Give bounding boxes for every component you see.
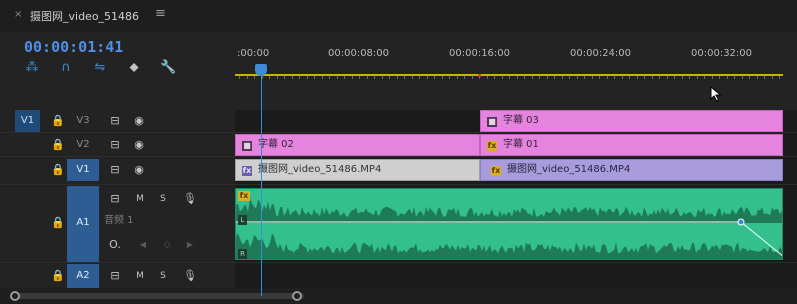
sequence-tab-bar: × 摄图网_video_51486 ≡ [0,0,797,32]
horizontal-zoom-scrollbar[interactable] [0,288,797,304]
zoom-handle-left[interactable] [10,291,20,301]
track-separator [0,184,797,185]
waveform-channel [236,198,782,223]
track-header-v1: 🔒 V1 ⊟ ◉ [0,158,235,182]
lock-icon[interactable]: 🔒 [51,110,65,132]
playhead-line[interactable] [261,74,262,296]
track-separator [0,262,797,263]
track-header-a1: 🔒 A1 ⊟ M S 🎙 音频 1 O. ◀ ◇ ▶ [0,186,235,262]
nest-snap-icon[interactable]: ⁂ [24,60,40,76]
ruler-label: 00:00:08:00 [328,48,390,59]
audio-clip-a1[interactable]: fx L R [235,188,783,260]
audio-track-name: 音频 1 [104,215,134,226]
track-target-a2[interactable]: A2 [67,265,99,287]
clip-name: 字幕 03 [503,115,539,126]
mute-button[interactable]: M [133,265,147,287]
title-clip-icon: ■ [242,141,252,151]
source-patch-v1[interactable]: V1 [15,110,40,132]
solo-button[interactable]: S [156,188,170,210]
add-keyframe-icon[interactable]: ◇ [160,234,174,256]
panel-menu-icon[interactable]: ≡ [155,6,166,21]
film-sync-icon[interactable]: ⊟ [108,110,122,132]
title-clip-icon: ■ [487,117,497,127]
eye-icon[interactable]: ◉ [132,110,146,132]
linked-selection-icon[interactable]: ⇋ [92,60,108,76]
video-clip-1[interactable]: fx 摄图网_video_51486.MP4 [235,159,480,181]
ruler-label: :00:00 [237,48,270,59]
previous-keyframe-icon[interactable]: ◀ [136,234,150,256]
eye-icon[interactable]: ◉ [132,159,146,181]
fx-badge-icon: fx [242,166,252,176]
film-sync-icon[interactable]: ⊟ [108,159,122,181]
right-channel-label: R [238,249,247,259]
fx-badge-icon: fx [491,166,501,176]
time-ruler[interactable]: :00:00 00:00:08:00 00:00:16:00 00:00:24:… [235,34,797,84]
playhead-timecode[interactable]: 00:00:01:41 [24,38,123,56]
clip-name: 摄图网_video_51486.MP4 [507,164,631,175]
sequence-tab-title[interactable]: 摄图网_video_51486 [30,8,139,24]
waveform-channel [236,232,782,259]
track-separator [0,156,797,157]
track-header-v3: V1 🔒 V3 ⊟ ◉ [0,110,235,132]
film-sync-icon[interactable]: ⊟ [108,134,122,156]
lock-icon[interactable]: 🔒 [51,134,65,156]
track-target-v3[interactable]: V3 [67,110,99,132]
fx-badge-icon: fx [238,191,250,201]
track-target-a1[interactable]: A1 [67,212,99,234]
snap-magnet-icon[interactable]: ∩ [58,60,74,76]
close-tab-icon[interactable]: × [14,9,22,20]
ruler-label: 00:00:24:00 [570,48,632,59]
title-clip-02[interactable]: ■ 字幕 02 [235,134,480,156]
lock-icon[interactable]: 🔒 [51,159,65,181]
volume-keyframe[interactable] [737,218,745,226]
film-sync-icon[interactable]: ⊟ [108,265,122,287]
lock-icon[interactable]: 🔒 [51,212,65,234]
mouse-pointer-icon [710,86,722,102]
track-header-a2: 🔒 A2 ⊟ M S 🎙 [0,264,235,288]
track-separator [0,132,797,133]
eye-icon[interactable]: ◉ [132,134,146,156]
track-target-v2[interactable]: V2 [67,134,99,156]
ruler-label: 00:00:32:00 [691,48,753,59]
next-keyframe-icon[interactable]: ▶ [183,234,197,256]
wrench-icon[interactable]: 🔧 [160,60,176,76]
volume-knob[interactable]: O. [106,234,124,256]
work-area-bar[interactable] [235,74,783,76]
left-channel-label: L [238,215,247,225]
add-marker-icon[interactable]: ⬥ [126,60,142,76]
zoom-handle-right[interactable] [292,291,302,301]
track-target-v1[interactable]: V1 [67,159,99,181]
fx-badge-icon: fx [487,141,497,151]
clip-name: 字幕 02 [258,139,294,150]
title-clip-01[interactable]: fx 字幕 01 [480,134,783,156]
track-header-v2: 🔒 V2 ⊟ ◉ [0,134,235,156]
render-marker [478,74,481,77]
solo-button[interactable]: S [156,265,170,287]
mute-button[interactable]: M [133,188,147,210]
film-sync-icon[interactable]: ⊟ [108,188,122,210]
video-clip-2[interactable]: fx 摄图网_video_51486.MP4 [480,159,783,181]
ruler-label: 00:00:16:00 [449,48,511,59]
microphone-icon[interactable]: 🎙 [183,188,197,210]
microphone-icon[interactable]: 🎙 [183,265,197,287]
title-clip-03[interactable]: ■ 字幕 03 [480,110,783,132]
clip-name: 字幕 01 [503,139,539,150]
clip-name: 摄图网_video_51486.MP4 [258,164,382,175]
lock-icon[interactable]: 🔒 [51,265,65,287]
audio-waveform [236,198,782,259]
